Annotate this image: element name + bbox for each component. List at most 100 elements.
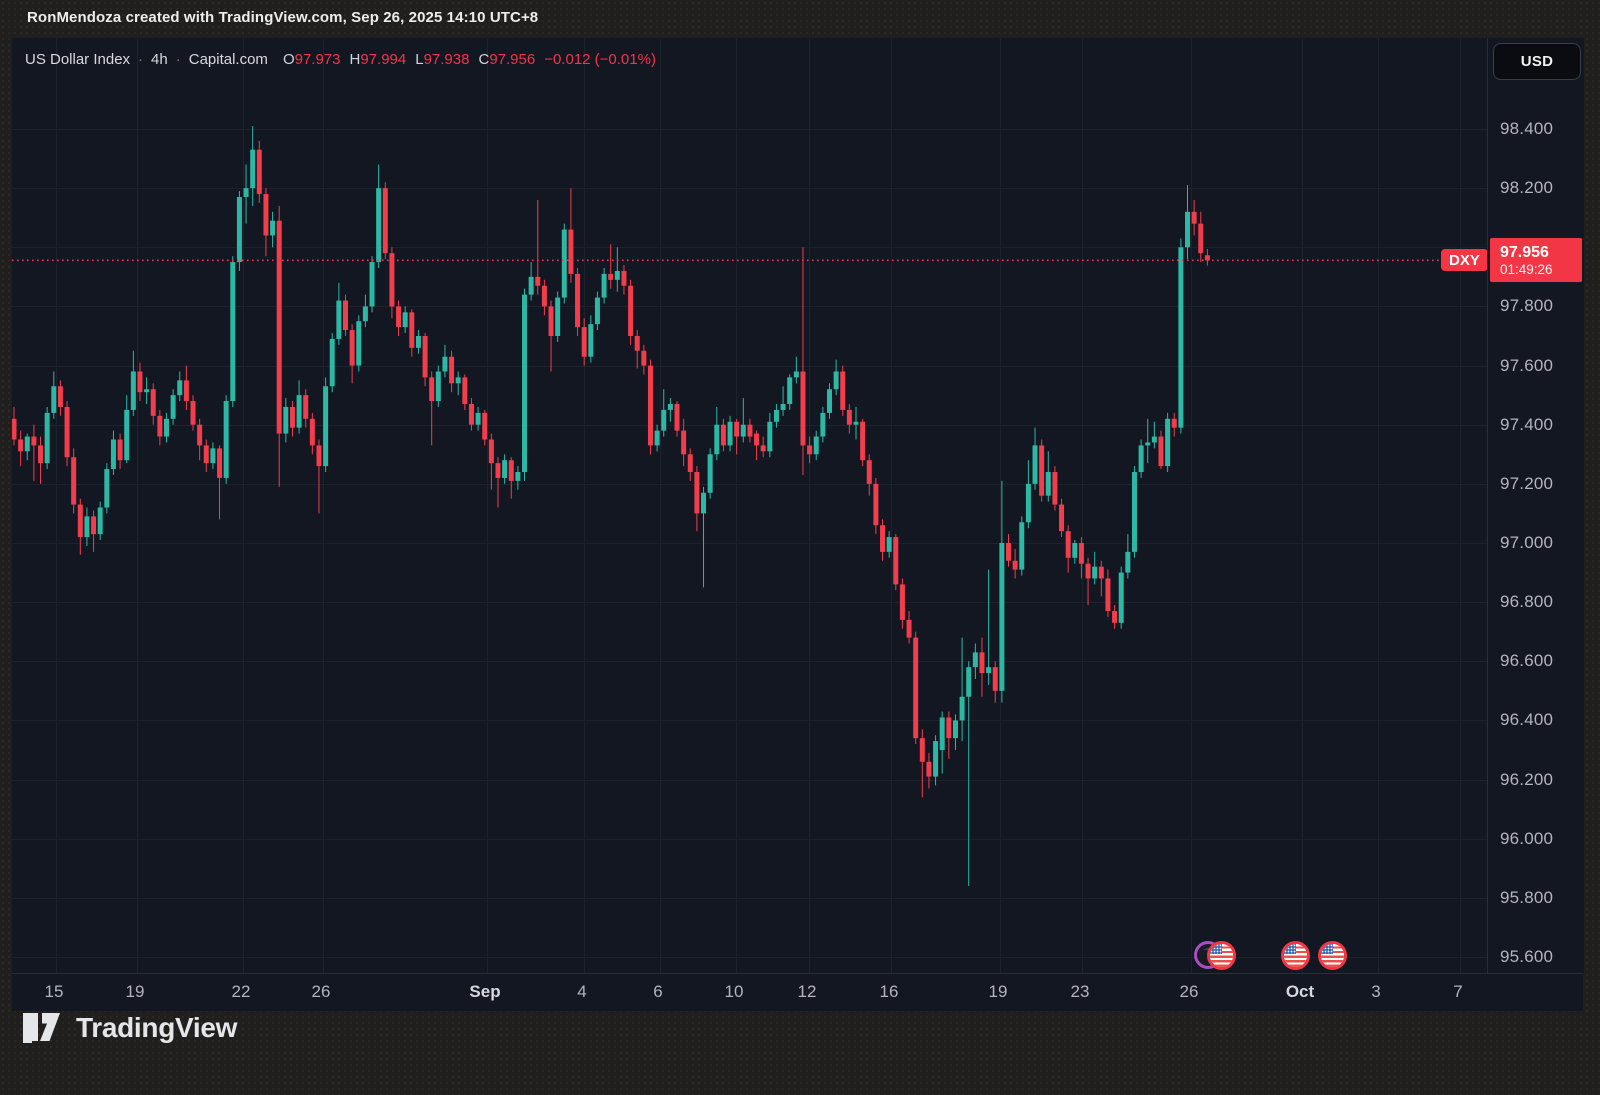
tradingview-logo-icon <box>22 1012 64 1044</box>
candle-up <box>1132 466 1137 558</box>
time-axis-label: 19 <box>989 982 1008 1002</box>
candle-down <box>78 499 83 555</box>
candle-down <box>734 419 739 454</box>
candle-up <box>529 262 534 300</box>
chart-pane[interactable]: DXY <box>12 38 1487 973</box>
candle-down <box>893 534 898 590</box>
candle-down <box>1059 499 1064 537</box>
chart-widget: DXY US Dollar Index · 4h · Capital.com O… <box>12 38 1583 1010</box>
candle-up <box>336 283 341 345</box>
candle-up <box>714 407 719 460</box>
time-axis-label: 16 <box>880 982 899 1002</box>
time-axis-label: 26 <box>1180 982 1199 1002</box>
candle-up <box>708 448 713 498</box>
candle-down <box>747 419 752 443</box>
candle-up <box>1119 567 1124 629</box>
candle-down <box>1205 249 1210 266</box>
price-axis-label: 97.600 <box>1500 356 1553 376</box>
candle-up <box>270 212 275 247</box>
current-price: 97.956 <box>1500 243 1582 262</box>
candle-down <box>860 419 865 466</box>
tradingview-logo[interactable]: TradingView <box>22 1012 237 1044</box>
candle-up <box>442 345 447 378</box>
candle-down <box>575 268 580 336</box>
candle-down <box>12 407 17 445</box>
current-price-tag: 97.956 01:49:26 <box>1490 238 1582 282</box>
price-axis-label: 96.000 <box>1500 829 1553 849</box>
time-axis-label: Sep <box>469 982 500 1002</box>
candle-down <box>1112 605 1117 629</box>
candle-down <box>1066 525 1071 572</box>
candle-down <box>489 434 494 490</box>
candle-down <box>343 295 348 336</box>
candle-up <box>661 389 666 436</box>
time-axis-label: 4 <box>577 982 586 1002</box>
us-flag-icon[interactable] <box>1281 941 1310 970</box>
legend-separator: · <box>138 51 143 68</box>
price-line-symbol-badge: DXY <box>1441 249 1487 271</box>
candle-up <box>230 256 235 407</box>
candle-up <box>940 712 945 774</box>
candle-down <box>277 206 282 487</box>
candle-down <box>409 309 414 356</box>
price-axis-label: 96.800 <box>1500 592 1553 612</box>
candle-down <box>1158 431 1163 469</box>
candle-up <box>323 377 328 472</box>
candle-up <box>588 315 593 362</box>
candle-down <box>549 301 554 372</box>
candle-down <box>1198 212 1203 262</box>
candle-up <box>502 454 507 484</box>
candle-down <box>157 410 162 445</box>
candle-down <box>389 247 394 318</box>
candle-up <box>456 371 461 395</box>
candle-up <box>834 360 839 395</box>
candle-down <box>217 445 222 519</box>
candle-down <box>648 360 653 455</box>
candle-up <box>562 224 567 304</box>
candle-up <box>164 413 169 443</box>
candle-up <box>728 416 733 451</box>
candle-down <box>204 439 209 472</box>
candle-down <box>91 510 96 551</box>
candle-up <box>1019 516 1024 575</box>
candle-up <box>283 398 288 442</box>
candle-down <box>71 448 76 513</box>
candle-down <box>542 280 547 315</box>
candle-down <box>754 431 759 461</box>
candle-down <box>1039 439 1044 501</box>
symbol-legend: US Dollar Index · 4h · Capital.com O97.9… <box>25 49 656 69</box>
candle-down <box>913 632 918 744</box>
price-axis[interactable]: 97.956 01:49:26 98.40098.20098.00097.800… <box>1487 38 1584 973</box>
price-axis-label: 95.600 <box>1500 947 1553 967</box>
us-flag-icon[interactable] <box>1207 941 1236 970</box>
price-axis-label: 98.400 <box>1500 119 1553 139</box>
price-axis-label: 96.400 <box>1500 710 1553 730</box>
ohlc-pair: C97.956 <box>478 51 535 68</box>
candle-down <box>350 324 355 383</box>
candle-up <box>51 371 56 418</box>
candle-up <box>814 431 819 461</box>
candle-down <box>946 712 951 759</box>
candle-up <box>124 395 129 463</box>
candle-down <box>396 301 401 336</box>
interval-label: 4h <box>151 51 168 68</box>
bar-countdown: 01:49:26 <box>1500 262 1582 278</box>
candle-down <box>694 466 699 531</box>
candle-down <box>38 437 43 484</box>
candle-up <box>171 389 176 424</box>
us-flag-icon[interactable] <box>1318 941 1347 970</box>
candle-down <box>1105 570 1110 617</box>
candle-up <box>966 661 971 886</box>
currency-toggle-button[interactable]: USD <box>1493 43 1581 80</box>
price-axis-label: 97.800 <box>1500 296 1553 316</box>
candle-down <box>495 457 500 507</box>
time-axis[interactable]: 15192226Sep46101216192326Oct37 <box>12 973 1583 1011</box>
candle-down <box>449 351 454 392</box>
time-axis-label: 26 <box>312 982 331 1002</box>
candle-up <box>250 126 255 206</box>
candle-up <box>131 351 136 416</box>
candle-down <box>1006 534 1011 567</box>
ohlc-pair: L97.938 <box>415 51 469 68</box>
candle-down <box>1099 561 1104 596</box>
candle-down <box>721 419 726 452</box>
